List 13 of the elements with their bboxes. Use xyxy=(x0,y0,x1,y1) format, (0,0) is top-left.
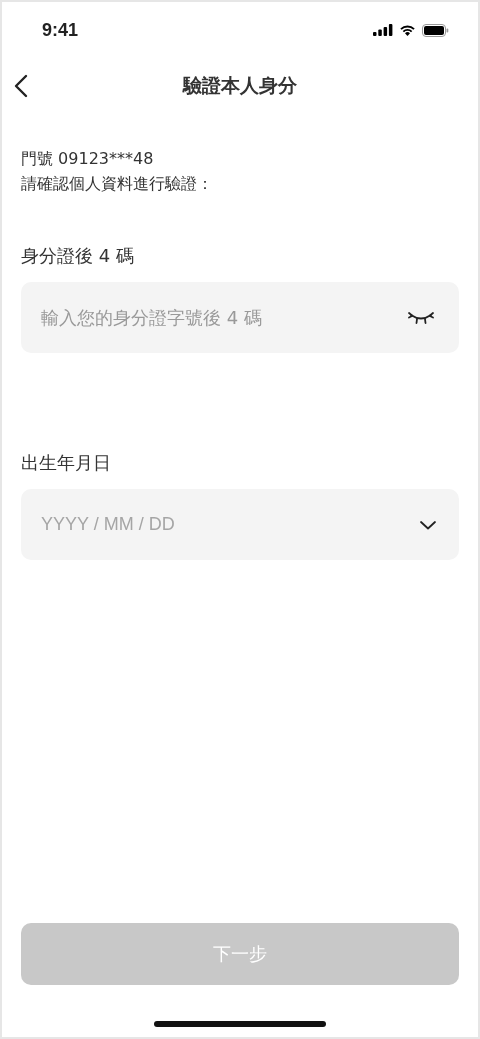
input-field[interactable]: 輸入您的身分證字號後 4 碼 xyxy=(21,282,459,353)
signal-icon xyxy=(373,24,393,36)
account-number: 門號 09123***48 xyxy=(21,148,155,170)
page-title: 驗證本人身分 xyxy=(183,73,297,98)
eye-closed-icon xyxy=(407,311,435,325)
date-picker[interactable]: YYYY / MM / DD xyxy=(21,489,459,560)
field-label: 出生年月日 xyxy=(21,451,112,475)
instruction-text: 請確認個人資料進行驗證： xyxy=(21,173,214,195)
chevron-down-icon xyxy=(419,519,437,530)
battery-icon xyxy=(422,23,449,37)
wifi-icon xyxy=(399,24,416,36)
status-time: 9:41 xyxy=(42,19,79,41)
field-label: 身分證後 4 碼 xyxy=(21,244,135,268)
